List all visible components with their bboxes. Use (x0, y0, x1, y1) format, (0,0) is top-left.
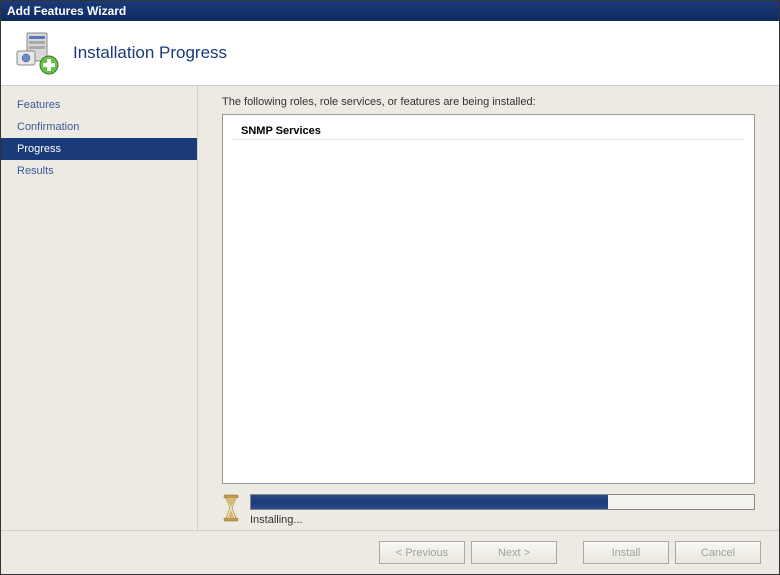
hourglass-icon (222, 494, 240, 522)
install-item-label: SNMP Services (241, 125, 321, 137)
body: Features Confirmation Progress Results T… (1, 86, 779, 530)
sidebar-item-confirmation[interactable]: Confirmation (1, 116, 197, 138)
progress-fill (251, 495, 608, 509)
server-wizard-icon (13, 29, 61, 77)
sidebar-item-label: Confirmation (17, 121, 79, 133)
install-list: SNMP Services (222, 114, 755, 484)
install-item: SNMP Services (233, 123, 744, 140)
install-button[interactable]: Install (583, 541, 669, 564)
progress-status: Installing... (250, 514, 755, 526)
progress-column: Installing... (250, 494, 755, 526)
sidebar: Features Confirmation Progress Results (1, 86, 197, 530)
sidebar-item-label: Features (17, 99, 60, 111)
sidebar-item-label: Progress (17, 143, 61, 155)
next-button[interactable]: Next > (471, 541, 557, 564)
cancel-button[interactable]: Cancel (675, 541, 761, 564)
sidebar-item-label: Results (17, 165, 54, 177)
install-description: The following roles, role services, or f… (222, 96, 755, 108)
progress-bar (250, 494, 755, 510)
sidebar-item-progress[interactable]: Progress (1, 138, 197, 160)
titlebar: Add Features Wizard (1, 1, 779, 21)
footer: < Previous Next > Install Cancel (1, 530, 779, 574)
header: Installation Progress (1, 21, 779, 86)
progress-row: Installing... (222, 494, 755, 526)
main-panel: The following roles, role services, or f… (197, 86, 779, 530)
page-title: Installation Progress (73, 43, 227, 63)
previous-button[interactable]: < Previous (379, 541, 465, 564)
sidebar-item-features[interactable]: Features (1, 94, 197, 116)
window-title: Add Features Wizard (7, 4, 126, 18)
sidebar-item-results[interactable]: Results (1, 160, 197, 182)
